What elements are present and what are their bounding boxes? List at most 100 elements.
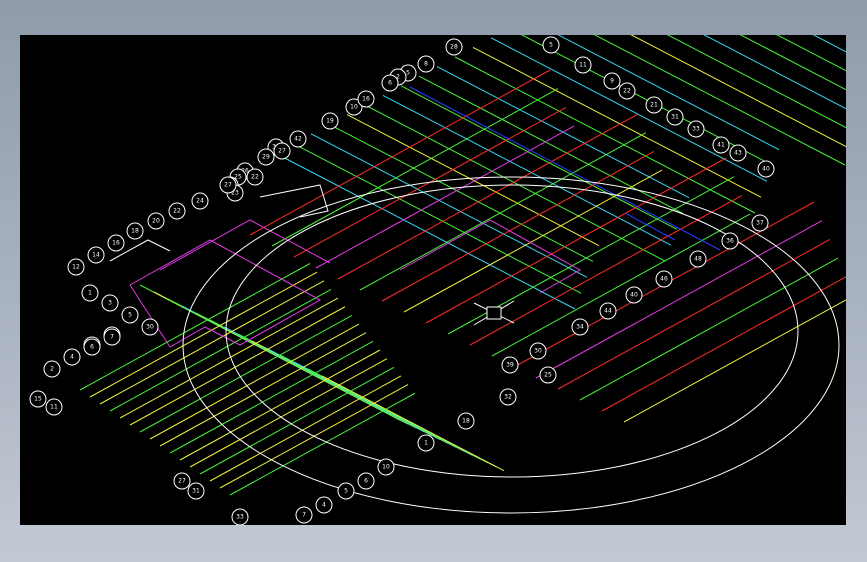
inner-ellipse — [225, 184, 799, 478]
grid-label-bubble: 33 — [231, 508, 249, 525]
grid-label-text: 30 — [534, 348, 542, 355]
grid-label-bubble: 39 — [501, 356, 519, 374]
grid-label-text: 1 — [424, 440, 428, 447]
grid-label-bubble: 28 — [445, 38, 463, 56]
grid-label-bubble: 30 — [529, 342, 547, 360]
grid-label-bubble: 40 — [625, 286, 643, 304]
grid-label-bubble: 4 — [63, 348, 81, 366]
axis-line-b — [159, 332, 367, 447]
grid-label-text: 36 — [726, 238, 734, 245]
grid-label-bubble: 37 — [751, 214, 769, 232]
axis-line-b — [601, 276, 846, 412]
axis-line-a — [703, 35, 846, 110]
grid-label-bubble: 11 — [574, 56, 592, 74]
grid-label-text: 41 — [717, 142, 725, 149]
grid-label-text: 5 — [549, 42, 553, 49]
grid-label-bubble: 19 — [321, 112, 339, 130]
axis-line-a — [310, 133, 588, 278]
axis-line-b — [179, 349, 381, 461]
grid-label-text: 8 — [424, 61, 428, 68]
cad-drawing-viewport[interactable]: 2851192221313341434085261016194239292625… — [20, 35, 846, 525]
magenta-outline — [159, 219, 331, 271]
grid-label-text: 10 — [350, 104, 358, 111]
grid-label-bubble: 27 — [219, 176, 237, 194]
grid-label-text: 6 — [90, 344, 94, 351]
grid-label-text: 12 — [72, 264, 80, 271]
grid-label-bubble: 25 — [539, 366, 557, 384]
grid-label-bubble: 18 — [457, 412, 475, 430]
grid-label-text: 14 — [92, 252, 100, 259]
axis-line-b — [119, 297, 339, 419]
grid-label-text: 7 — [110, 334, 114, 341]
grid-label-text: 22 — [173, 208, 181, 215]
grid-label-text: 27 — [224, 182, 232, 189]
grid-label-bubble: 48 — [689, 250, 707, 268]
grid-label-bubble: 16 — [107, 234, 125, 252]
grid-label-bubble: 15 — [29, 390, 47, 408]
grid-label-text: 7 — [302, 512, 306, 519]
grid-label-text: 5 — [344, 488, 348, 495]
grid-label-text: 34 — [576, 324, 584, 331]
grid-label-text: 21 — [650, 102, 658, 109]
grid-label-bubble: 42 — [289, 130, 307, 148]
grid-label-bubble: 30 — [141, 318, 159, 336]
grid-label-text: 48 — [694, 256, 702, 263]
axis-line-a — [364, 104, 666, 262]
grid-label-text: 44 — [604, 308, 612, 315]
grid-label-text: 37 — [756, 220, 764, 227]
grid-label-bubble: 3 — [101, 294, 119, 312]
grid-label-bubble: 31 — [187, 482, 205, 500]
grid-label-bubble: 1 — [81, 284, 99, 302]
grid-label-bubble: 46 — [655, 270, 673, 288]
grid-label-text: 27 — [178, 478, 186, 485]
grid-label-bubble: 14 — [87, 246, 105, 264]
grid-label-bubble: 32 — [499, 388, 517, 406]
grid-label-text: 20 — [152, 218, 160, 225]
grid-label-bubble: 11 — [45, 398, 63, 416]
axis-line-b — [169, 340, 374, 454]
axis-line-a — [321, 375, 505, 472]
grid-label-text: 31 — [671, 114, 679, 121]
axis-line-a — [418, 75, 684, 214]
grid-label-text: 5 — [406, 70, 410, 77]
axis-line-b — [109, 289, 332, 412]
grid-label-bubble: 22 — [168, 202, 186, 220]
cad-drawing-canvas[interactable]: 2851192221313341434085261016194239292625… — [20, 35, 846, 525]
grid-label-bubble: 40 — [757, 160, 775, 178]
grid-label-text: 2 — [50, 366, 54, 373]
axis-line-a — [593, 35, 846, 166]
grid-label-bubble: 21 — [645, 96, 663, 114]
axis-line-b — [469, 194, 743, 346]
grid-label-bubble: 16 — [357, 90, 375, 108]
grid-label-bubble: 20 — [147, 212, 165, 230]
axis-line-a — [382, 94, 672, 246]
grid-label-text: 10 — [382, 464, 390, 471]
axis-line-b — [79, 263, 311, 391]
grid-label-text: 15 — [34, 396, 42, 403]
grid-label-text: 27 — [278, 148, 286, 155]
grid-label-bubble: 22 — [246, 168, 264, 186]
grid-label-text: 3 — [108, 300, 112, 307]
grid-label-bubble: 7 — [103, 328, 121, 346]
grid-label-text: 6 — [388, 80, 392, 87]
grid-label-bubble: 36 — [721, 232, 739, 250]
crosshair-pickbox-icon — [473, 300, 515, 326]
grid-label-text: 22 — [623, 88, 631, 95]
grid-label-bubble: 5 — [121, 306, 139, 324]
blue-line — [624, 212, 676, 241]
grid-label-bubble: 31 — [666, 108, 684, 126]
axis-line-b — [139, 314, 353, 433]
axis-line-b — [209, 375, 402, 482]
grid-label-text: 19 — [326, 118, 334, 125]
axis-line-b — [381, 150, 655, 302]
grid-label-text: 24 — [196, 198, 204, 205]
grid-label-text: 6 — [364, 478, 368, 485]
grid-label-text: 46 — [660, 276, 668, 283]
pickbox-square — [486, 306, 502, 320]
axis-line-b — [229, 392, 416, 496]
magenta-outline — [129, 239, 322, 348]
axis-line-b — [403, 169, 663, 313]
grid-label-text: 25 — [544, 372, 552, 379]
grid-label-text: 40 — [762, 166, 770, 173]
axis-line-a — [490, 37, 768, 182]
